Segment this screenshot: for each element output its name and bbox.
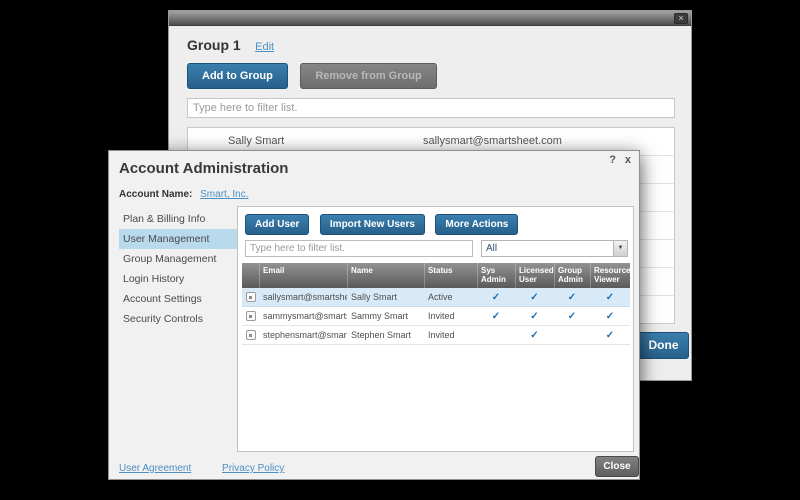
header-email[interactable]: Email	[259, 263, 347, 288]
add-user-button[interactable]: Add User	[245, 214, 310, 235]
header-sys-admin[interactable]: Sys Admin	[477, 263, 515, 288]
expand-row-icon[interactable]	[245, 330, 256, 340]
check-icon: ✓	[605, 330, 615, 341]
cell-status: Invited	[428, 311, 455, 321]
close-icon[interactable]: x	[625, 154, 631, 166]
group-button-row: Add to Group Remove from Group	[187, 63, 445, 89]
cell-email: stephensmart@smartsh	[263, 330, 347, 340]
cell-status: Invited	[428, 330, 455, 340]
user-management-panel: Add User Import New Users More Actions A…	[237, 206, 634, 452]
header-name[interactable]: Name	[347, 263, 424, 288]
account-administration-dialog: ? x Account Administration Account Name:…	[108, 150, 640, 480]
group-title: Group 1	[187, 37, 241, 53]
more-actions-button[interactable]: More Actions	[435, 214, 519, 235]
header-group-admin[interactable]: Group Admin	[554, 263, 590, 288]
cell-name: Stephen Smart	[351, 330, 412, 340]
account-name-label: Account Name:	[119, 189, 193, 200]
sidebar-item-group-management[interactable]: Group Management	[119, 249, 239, 269]
user-table-header: Email Name Status Sys Admin Licensed Use…	[242, 263, 630, 288]
privacy-policy-link[interactable]: Privacy Policy	[222, 463, 284, 474]
user-table: Email Name Status Sys Admin Licensed Use…	[242, 263, 630, 345]
group-edit-link[interactable]: Edit	[255, 41, 274, 53]
account-name-row: Account Name: Smart, Inc.	[119, 189, 249, 200]
table-row[interactable]: stephensmart@smartsh Stephen Smart Invit…	[242, 326, 630, 345]
group-title-row: Group 1 Edit	[187, 37, 274, 55]
check-icon: ✓	[530, 311, 539, 322]
dialog-title: Account Administration	[119, 160, 289, 177]
check-icon	[554, 326, 590, 344]
user-filter-dropdown[interactable]: All ▼	[481, 240, 628, 257]
cell-name: Sammy Smart	[351, 311, 409, 321]
header-status[interactable]: Status	[424, 263, 477, 288]
check-icon: ✓	[567, 311, 577, 322]
close-icon[interactable]: ×	[674, 13, 688, 24]
cell-email: sallysmart@smartsheet.	[263, 292, 347, 302]
expand-row-icon[interactable]	[245, 292, 256, 302]
check-icon: ✓	[530, 292, 539, 303]
done-button[interactable]: Done	[638, 332, 689, 359]
sidebar-item-security-controls[interactable]: Security Controls	[119, 309, 239, 329]
screen-backdrop: × Group 1 Edit Add to Group Remove from …	[0, 0, 800, 500]
dropdown-selected-value: All	[486, 243, 498, 254]
check-icon: ✓	[491, 311, 501, 322]
user-filter-input[interactable]	[245, 240, 473, 257]
close-button[interactable]: Close	[595, 456, 639, 477]
check-icon: ✓	[605, 311, 615, 322]
sidebar-item-user-management[interactable]: User Management	[119, 229, 239, 249]
check-icon: ✓	[530, 330, 539, 341]
check-icon: ✓	[491, 292, 501, 303]
import-new-users-button[interactable]: Import New Users	[319, 214, 425, 235]
help-icon[interactable]: ?	[609, 154, 616, 166]
header-resource-viewer[interactable]: Resource Viewer	[590, 263, 630, 288]
header-licensed-user[interactable]: Licensed User	[515, 263, 554, 288]
admin-sidebar: Plan & Billing Info User Management Grou…	[119, 209, 239, 329]
footer-links: User Agreement Privacy Policy	[119, 463, 284, 474]
account-name-link[interactable]: Smart, Inc.	[200, 189, 248, 200]
cell-email: sammysmart@smartshe	[263, 311, 347, 321]
chevron-down-icon[interactable]: ▼	[613, 241, 627, 256]
group-dialog-titlebar: ×	[169, 11, 691, 26]
remove-from-group-button[interactable]: Remove from Group	[300, 63, 437, 89]
cell-status: Active	[428, 292, 453, 302]
user-toolbar: Add User Import New Users More Actions	[245, 214, 524, 235]
check-icon: ✓	[567, 292, 577, 303]
sidebar-item-login-history[interactable]: Login History	[119, 269, 239, 289]
check-icon	[477, 326, 515, 344]
check-icon: ✓	[605, 292, 615, 303]
user-agreement-link[interactable]: User Agreement	[119, 463, 191, 474]
expand-row-icon[interactable]	[245, 311, 256, 321]
cell-name: Sally Smart	[351, 292, 398, 302]
table-row[interactable]: sallysmart@smartsheet. Sally Smart Activ…	[242, 288, 630, 307]
sidebar-item-account-settings[interactable]: Account Settings	[119, 289, 239, 309]
sidebar-item-plan-billing[interactable]: Plan & Billing Info	[119, 209, 239, 229]
header-expander-column	[242, 263, 259, 288]
group-filter-input[interactable]	[187, 98, 675, 118]
table-row[interactable]: sammysmart@smartshe Sammy Smart Invited …	[242, 307, 630, 326]
add-to-group-button[interactable]: Add to Group	[187, 63, 288, 89]
